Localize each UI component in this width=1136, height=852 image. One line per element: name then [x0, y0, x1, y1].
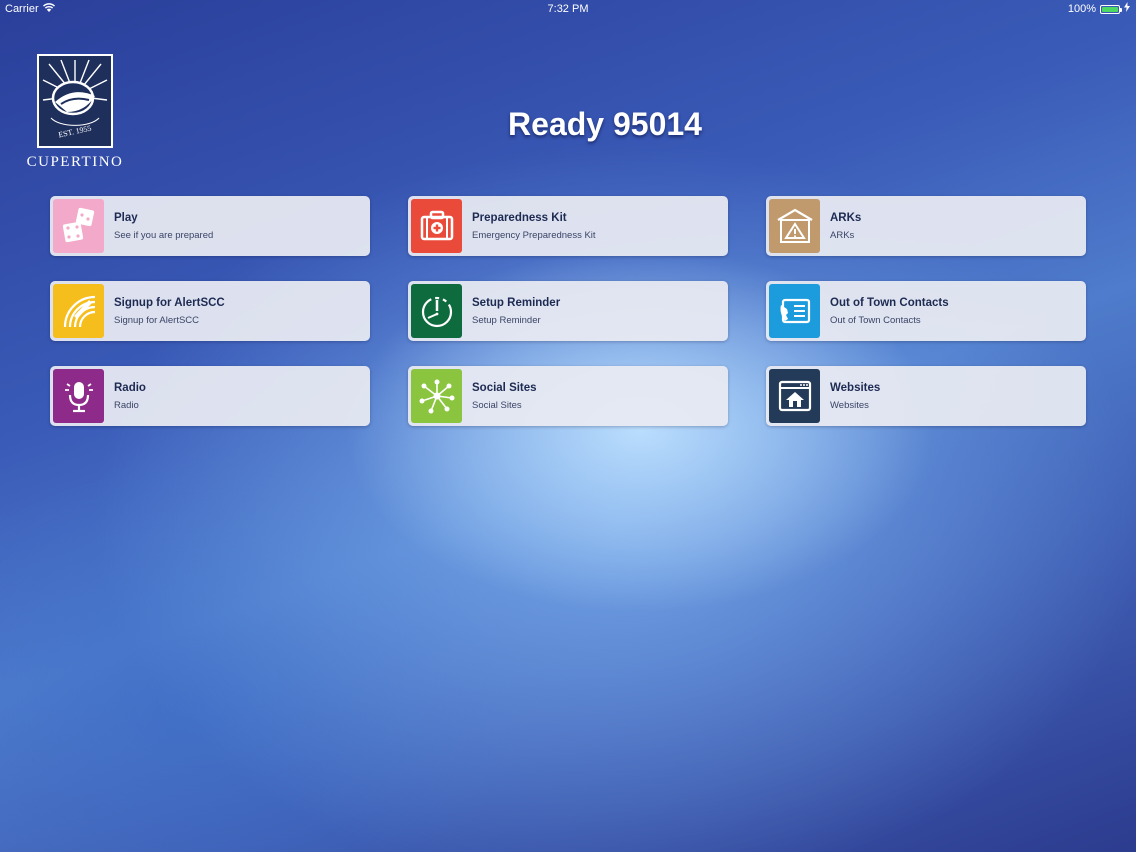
browser-home-icon: [769, 369, 820, 423]
tile-arks[interactable]: ARKs ARKs: [766, 196, 1086, 256]
tile-setup-reminder[interactable]: Setup Reminder Setup Reminder: [408, 281, 728, 341]
battery-percent: 100%: [1067, 3, 1096, 15]
tile-title: Websites: [830, 381, 881, 394]
dice-icon: [53, 199, 104, 253]
status-bar: Carrier 7:32 PM 100%: [0, 0, 1136, 18]
tile-websites[interactable]: Websites Websites: [766, 366, 1086, 426]
battery-icon: [1100, 4, 1122, 14]
clock-alert-icon: [411, 284, 462, 338]
tile-preparedness-kit[interactable]: Preparedness Kit Emergency Preparedness …: [408, 196, 728, 256]
tile-subtitle: ARKs: [830, 229, 855, 241]
status-time: 7:32 PM: [547, 3, 589, 15]
tile-subtitle: Signup for AlertSCC: [114, 314, 200, 326]
microphone-icon: [53, 369, 104, 423]
tile-title: Play: [114, 211, 138, 224]
warning-shed-icon: [769, 199, 820, 253]
tile-title: ARKs: [830, 211, 862, 224]
tile-title: Preparedness Kit: [472, 211, 567, 224]
alert-pen-icon: [53, 284, 104, 338]
tile-subtitle: Emergency Preparedness Kit: [472, 229, 596, 241]
tile-subtitle: See if you are prepared: [114, 229, 214, 241]
tile-title: Signup for AlertSCC: [114, 296, 225, 309]
charging-icon: [1124, 0, 1130, 18]
tile-play[interactable]: Play See if you are prepared: [50, 196, 370, 256]
tile-subtitle: Social Sites: [472, 399, 522, 411]
tile-out-of-town-contacts[interactable]: Out of Town Contacts Out of Town Contact…: [766, 281, 1086, 341]
tile-title: Social Sites: [472, 381, 537, 394]
tile-radio[interactable]: Radio Radio: [50, 366, 370, 426]
tile-title: Out of Town Contacts: [830, 296, 949, 309]
phone-contact-icon: [769, 284, 820, 338]
tile-subtitle: Out of Town Contacts: [830, 314, 921, 326]
tile-title: Setup Reminder: [472, 296, 561, 309]
tile-title: Radio: [114, 381, 146, 394]
first-aid-kit-icon: [411, 199, 462, 253]
tile-subtitle: Setup Reminder: [472, 314, 541, 326]
tile-social-sites[interactable]: Social Sites Social Sites: [408, 366, 728, 426]
tile-signup-alertscc[interactable]: Signup for AlertSCC Signup for AlertSCC: [50, 281, 370, 341]
tile-subtitle: Websites: [830, 399, 869, 411]
page-title: Ready 95014: [508, 106, 702, 142]
network-icon: [411, 369, 462, 423]
tile-subtitle: Radio: [114, 399, 139, 411]
logo-city-text: CUPERTINO: [26, 154, 124, 170]
